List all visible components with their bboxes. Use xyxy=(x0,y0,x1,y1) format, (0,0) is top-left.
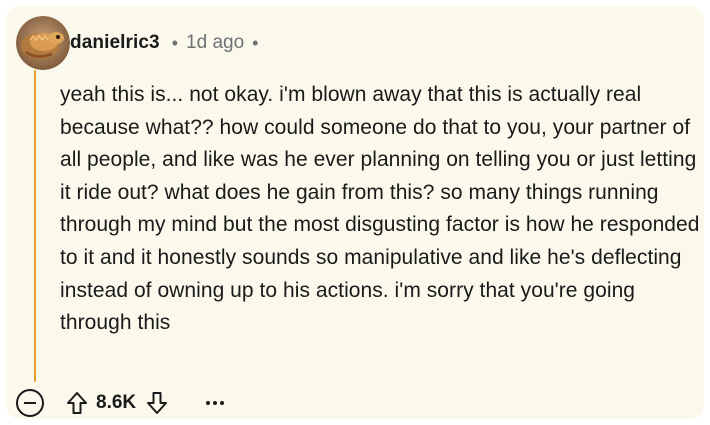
comment-card: danielric3 • 1d ago • yeah this is... no… xyxy=(6,6,704,419)
bearded-dragon-avatar-icon xyxy=(16,16,70,70)
author-name[interactable]: danielric3 xyxy=(70,32,160,54)
minus-circle-icon[interactable] xyxy=(16,389,44,417)
comment-actions: 8.6K xyxy=(16,386,225,420)
meta-separator: • xyxy=(171,32,179,53)
vote-score: 8.6K xyxy=(96,392,137,413)
arrow-down-icon xyxy=(147,392,168,414)
thread-line[interactable] xyxy=(34,70,36,382)
timestamp[interactable]: 1d ago xyxy=(186,32,244,54)
user-avatar[interactable] xyxy=(16,16,70,70)
more-horizontal-icon xyxy=(206,401,211,405)
comment-header: danielric3 • 1d ago • xyxy=(16,15,258,71)
downvote-button[interactable] xyxy=(146,391,168,415)
comment-body: yeah this is... not okay. i'm blown away… xyxy=(60,83,700,335)
more-options-button[interactable] xyxy=(206,401,225,405)
meta-separator-trailing: • xyxy=(252,32,259,53)
upvote-button[interactable]: 8.6K xyxy=(66,391,136,415)
arrow-up-icon xyxy=(67,392,87,414)
